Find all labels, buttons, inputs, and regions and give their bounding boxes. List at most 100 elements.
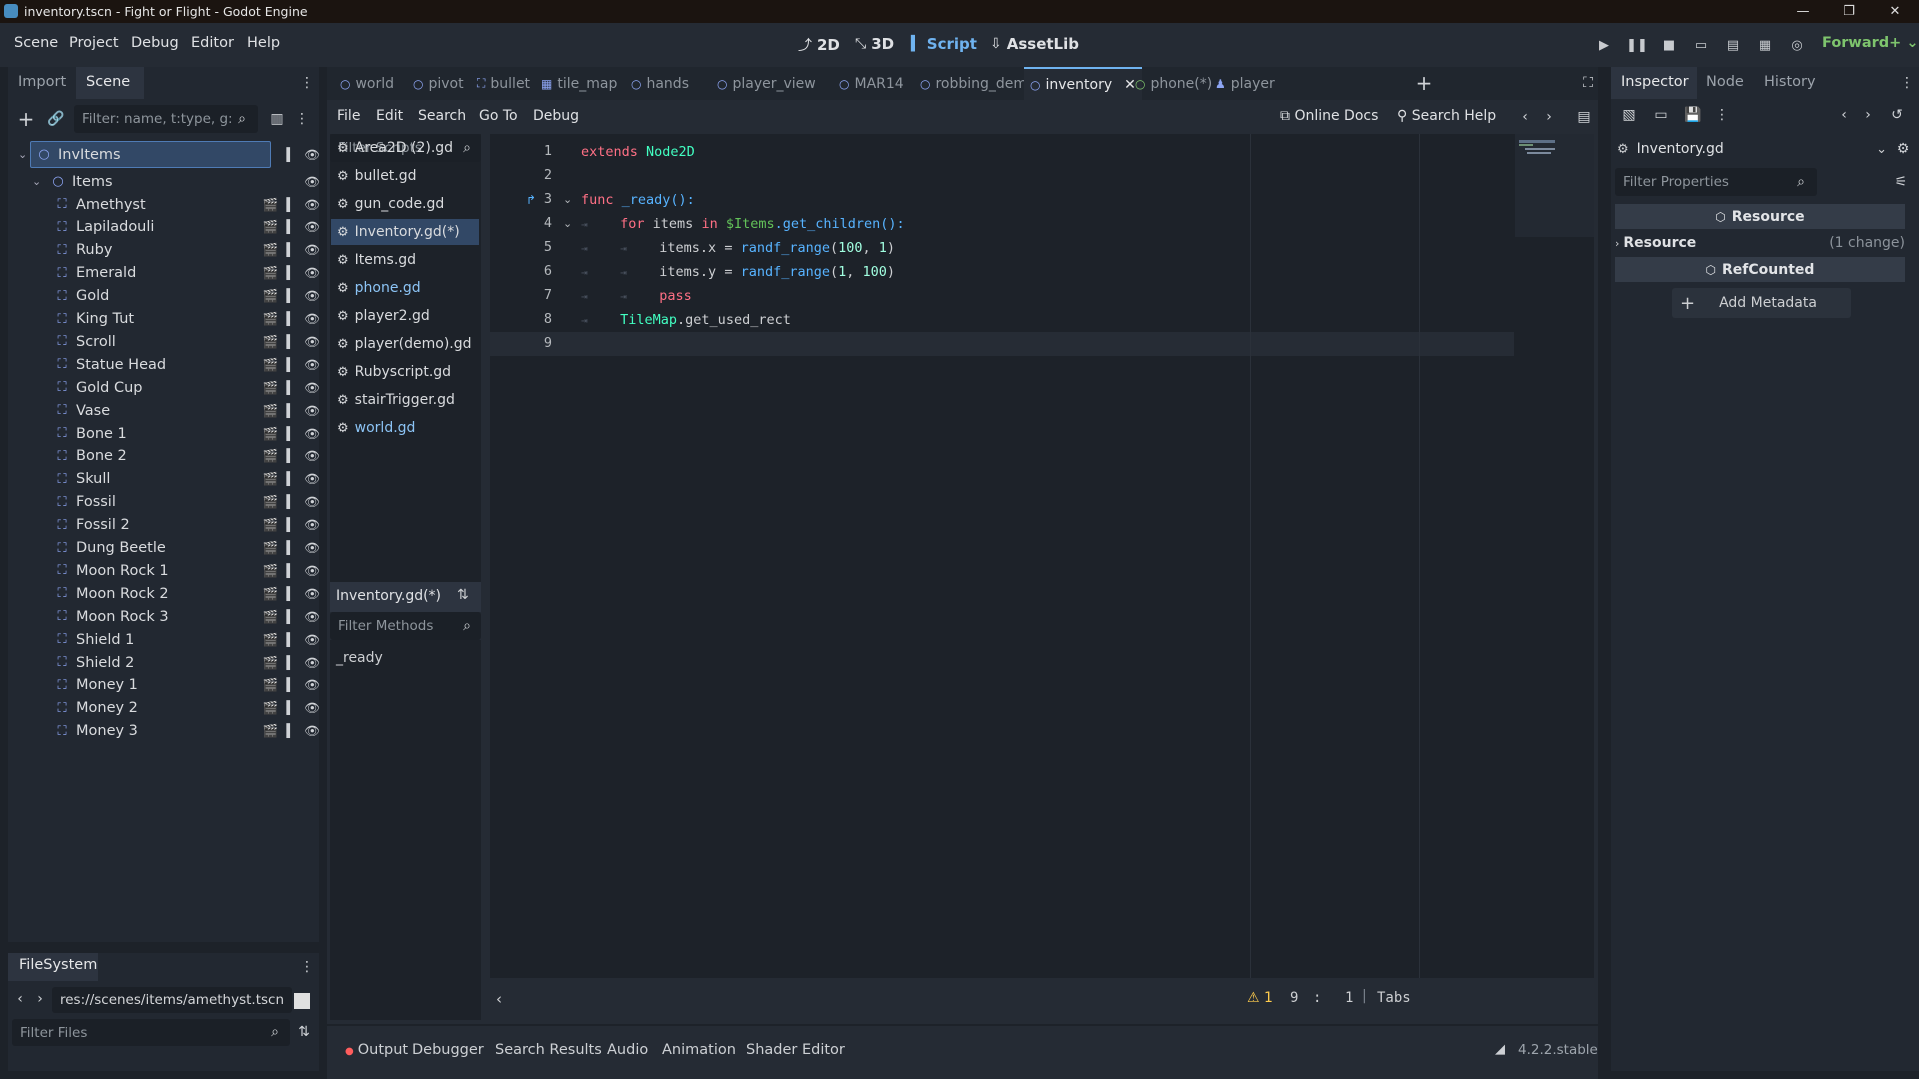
toggle-script-panel-icon[interactable]: ▤ <box>1575 108 1593 126</box>
script-attached-icon[interactable]: ▍ <box>287 540 297 556</box>
open-scene-icon[interactable]: 🎬 <box>263 700 279 716</box>
save-icon[interactable]: 💾 <box>1683 105 1703 125</box>
scene-tab[interactable]: ○ world <box>334 67 400 100</box>
open-scene-icon[interactable]: 🎬 <box>263 288 279 304</box>
open-scene-icon[interactable]: 🎬 <box>263 426 279 442</box>
split-mode-icon[interactable] <box>294 993 310 1009</box>
object-history-icon[interactable]: ↺ <box>1887 105 1907 125</box>
sort-icon[interactable]: ⇅ <box>294 1022 314 1042</box>
open-scene-icon[interactable]: 🎬 <box>263 609 279 625</box>
script-attached-icon[interactable]: ▍ <box>287 448 297 464</box>
script-menu-goto[interactable]: Go To <box>479 108 518 124</box>
visibility-icon[interactable]: 👁 <box>304 380 320 396</box>
history-forward-icon[interactable]: › <box>1542 108 1556 126</box>
play-scene-icon[interactable]: ▤ <box>1720 34 1746 56</box>
fold-arrow-icon[interactable]: ⌄ <box>563 193 572 206</box>
script-list-item[interactable]: ⚙ player2.gd <box>331 303 479 329</box>
dock-menu-icon[interactable]: ⋮ <box>1900 75 1914 91</box>
tab-history[interactable]: History <box>1764 74 1816 90</box>
visibility-icon[interactable]: 👁 <box>304 586 320 602</box>
script-list-item[interactable]: ⚙ stairTrigger.gd <box>331 387 479 413</box>
open-scene-icon[interactable]: 🎬 <box>263 723 279 739</box>
bottom-tab[interactable]: ● Output <box>345 1042 408 1058</box>
script-attached-icon[interactable]: ▍ <box>287 334 297 350</box>
visibility-icon[interactable]: 👁 <box>304 700 320 716</box>
history-back-icon[interactable]: ‹ <box>1518 108 1532 126</box>
scene-tab[interactable]: ○ inventory ✕ <box>1024 67 1142 100</box>
add-metadata-button[interactable]: + Add Metadata <box>1672 288 1851 318</box>
history-forward-icon[interactable]: › <box>1861 105 1875 125</box>
scene-tab[interactable]: ○ hands <box>625 67 695 100</box>
bottom-tab[interactable]: Debugger <box>412 1042 484 1058</box>
visibility-icon[interactable]: 👁 <box>304 540 320 556</box>
close-window-icon[interactable]: ✕ <box>1873 0 1917 23</box>
scene-tab[interactable]: ⛶ bullet <box>471 67 536 100</box>
bottom-tab[interactable]: Audio <box>607 1042 648 1058</box>
tab-scene[interactable]: Scene <box>86 74 130 90</box>
dock-menu-icon[interactable]: ⋮ <box>300 75 314 91</box>
script-list-item[interactable]: ⚙ Rubyscript.gd <box>331 359 479 385</box>
script-menu-file[interactable]: File <box>337 108 360 124</box>
visibility-icon[interactable]: 👁 <box>304 677 320 693</box>
menu-scene[interactable]: Scene <box>14 35 58 51</box>
indent-mode[interactable]: Tabs <box>1377 990 1411 1006</box>
history-back-icon[interactable]: ‹ <box>1837 105 1851 125</box>
scene-tab[interactable]: ○ robbing_demo <box>914 67 1042 100</box>
menu-project[interactable]: Project <box>69 35 119 51</box>
warning-count[interactable]: ⚠ 1 <box>1247 990 1273 1006</box>
open-scene-icon[interactable]: 🎬 <box>263 494 279 510</box>
visibility-icon[interactable]: 👁 <box>304 147 320 163</box>
link-icon[interactable]: 🔗 <box>44 107 68 131</box>
open-scene-icon[interactable]: 🎬 <box>263 265 279 281</box>
visibility-icon[interactable]: 👁 <box>304 334 320 350</box>
open-scene-icon[interactable]: 🎬 <box>263 632 279 648</box>
script-attached-icon[interactable]: ▍ <box>287 494 297 510</box>
property-settings-icon[interactable]: ⚟ <box>1891 172 1911 192</box>
method-item[interactable]: _ready <box>336 650 383 666</box>
search-help-button[interactable]: ⚲ Search Help <box>1397 108 1496 124</box>
scene-filter-input[interactable]: Filter: name, t:type, g: <box>74 105 258 133</box>
visibility-icon[interactable]: 👁 <box>304 517 320 533</box>
distraction-free-icon[interactable]: ⛶ <box>1578 73 1598 93</box>
movie-maker-icon[interactable]: ◎ <box>1784 34 1810 56</box>
tab-import[interactable]: Import <box>18 74 66 90</box>
new-resource-icon[interactable]: ▧ <box>1619 105 1639 125</box>
bottom-tab[interactable]: Animation <box>662 1042 736 1058</box>
play-custom-scene-icon[interactable]: ▦ <box>1752 34 1778 56</box>
open-scene-icon[interactable]: 🎬 <box>263 655 279 671</box>
open-scene-icon[interactable]: 🎬 <box>263 471 279 487</box>
visibility-icon[interactable]: 👁 <box>304 632 320 648</box>
script-attached-icon[interactable]: ▍ <box>287 563 297 579</box>
workspace-script-button[interactable]: ▍ Script <box>911 35 977 53</box>
visibility-icon[interactable]: 👁 <box>304 655 320 671</box>
visibility-icon[interactable]: 👁 <box>304 494 320 510</box>
script-attached-icon[interactable]: ▍ <box>287 426 297 442</box>
scene-tab[interactable]: ▦ tile_map <box>535 67 623 100</box>
visibility-icon[interactable]: 👁 <box>304 288 320 304</box>
script-attached-icon[interactable]: ▍ <box>287 311 297 327</box>
tab-filesystem[interactable]: FileSystem <box>19 957 97 973</box>
script-attached-icon[interactable]: ▍ <box>287 288 297 304</box>
script-attached-icon[interactable]: ▍ <box>287 471 297 487</box>
script-attached-icon[interactable]: ▍ <box>287 219 297 235</box>
attach-script-icon[interactable]: ▥ <box>265 107 289 131</box>
group-resource[interactable]: › Resource (1 change) <box>1615 231 1905 255</box>
fold-arrow-icon[interactable]: ⌄ <box>563 217 572 230</box>
open-scene-icon[interactable]: 🎬 <box>263 540 279 556</box>
script-attached-icon[interactable]: ▍ <box>287 655 297 671</box>
open-scene-icon[interactable]: 🎬 <box>263 197 279 213</box>
open-scene-icon[interactable]: 🎬 <box>263 403 279 419</box>
play-icon[interactable]: ▶ <box>1591 34 1617 56</box>
open-scene-icon[interactable]: 🎬 <box>263 380 279 396</box>
visibility-icon[interactable]: 👁 <box>304 357 320 373</box>
filesystem-path-input[interactable]: res://scenes/items/amethyst.tscn <box>52 987 292 1013</box>
forward-icon[interactable]: › <box>33 989 47 1009</box>
script-attached-icon[interactable]: ▍ <box>287 242 297 258</box>
visibility-icon[interactable]: 👁 <box>304 219 320 235</box>
menu-editor[interactable]: Editor <box>191 35 234 51</box>
visibility-icon[interactable]: 👁 <box>304 723 320 739</box>
script-list-item[interactable]: ⚙ Inventory.gd(*) <box>331 219 479 245</box>
visibility-icon[interactable]: 👁 <box>304 242 320 258</box>
sort-methods-icon[interactable]: ⇅ <box>457 587 469 603</box>
workspace-assetlib-button[interactable]: ⇩ AssetLib <box>990 35 1079 53</box>
